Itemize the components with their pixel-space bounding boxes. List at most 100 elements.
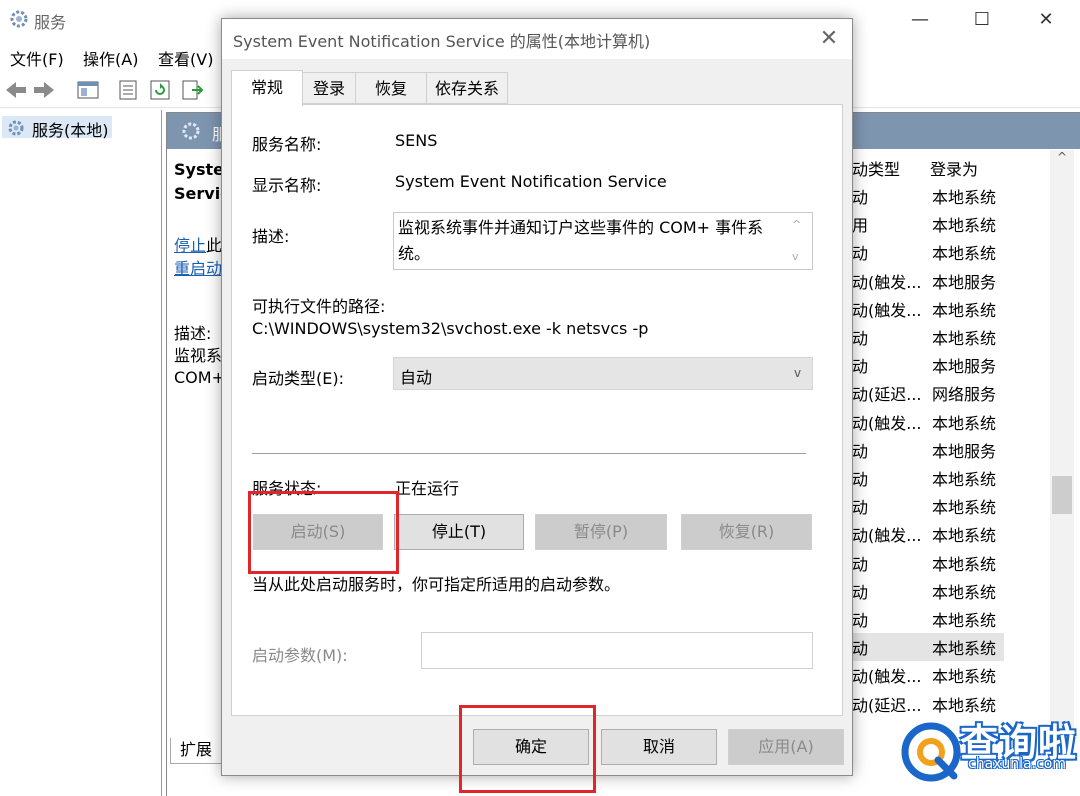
display-name-value: System Event Notification Service [395,172,667,191]
stop-link-suffix: 此 [206,236,223,255]
services-gear-icon [10,10,28,28]
service-logon-as: 本地系统 [932,244,997,264]
service-startup-type: 动(触发... [852,526,922,546]
tab-recovery[interactable]: 恢复 [355,72,427,104]
scrollbar-thumb[interactable] [1052,476,1072,514]
executable-path-label: 可执行文件的路径: [252,297,386,316]
service-logon-as: 本地系统 [932,526,997,546]
service-startup-type: 动 [852,357,869,377]
service-logon-as: 本地系统 [932,216,997,236]
apply-button[interactable]: 应用(A) [728,729,844,765]
chevron-down-icon: v [794,366,802,380]
service-logon-as: 本地系统 [932,554,997,574]
service-logon-as: 本地系统 [932,188,997,207]
service-startup-type: 动 [852,498,869,518]
watermark-url: chaxunla.com [968,756,1066,772]
stop-service-link[interactable]: 停止 [174,236,206,255]
tree-item-label: 服务(本地) [32,121,109,140]
service-logon-as: 本地系统 [932,329,997,348]
services-window-title: 服务 [34,13,67,32]
description-value: 监视系统事件并通知订户这些事件的 COM+ 事件系统。 [398,218,764,263]
service-logon-as: 本地服务 [932,272,997,292]
close-icon[interactable]: ✕ [814,24,844,54]
service-status-value: 正在运行 [395,479,460,498]
service-logon-as: 本地系统 [932,667,997,687]
stop-link-row: 停止此 [174,232,222,256]
service-logon-as: 网络服务 [932,385,997,405]
cancel-button[interactable]: 取消 [601,729,717,765]
chevron-down-icon[interactable]: v [792,250,799,263]
service-logon-as: 本地系统 [932,498,997,518]
service-startup-type: 动 [852,441,869,461]
services-gear-icon [182,122,200,140]
resume-button[interactable]: 恢复(R) [681,514,812,550]
service-startup-type: 动 [852,611,869,630]
tab-logon[interactable]: 登录 [302,72,356,104]
display-name-label: 显示名称: [252,176,322,195]
service-startup-type: 动 [852,244,869,264]
service-startup-type: 动 [852,470,869,489]
menu-file[interactable]: 文件(F) [10,46,64,70]
chevron-up-icon[interactable]: ^ [792,218,801,231]
service-startup-type: 用 [852,216,869,236]
dialog-title: System Event Notification Service 的属性(本地… [233,32,651,51]
startup-type-value: 自动 [400,368,433,387]
service-logon-as: 本地系统 [932,582,997,602]
highlight-start-button [248,491,399,574]
description-label: 描述: [174,324,212,343]
refresh-icon[interactable] [148,78,172,102]
separator [252,453,806,454]
service-startup-type: 动(触发... [852,413,922,433]
service-logon-as: 本地服务 [932,357,997,377]
export-list-icon[interactable] [180,78,204,102]
tab-panel-general [231,104,843,716]
highlight-ok-button [459,705,596,793]
start-params-input[interactable] [421,632,813,669]
executable-path-value: C:\WINDOWS\system32\svchost.exe -k netsv… [252,319,649,338]
tab-general[interactable]: 常规 [231,70,303,106]
properties-icon[interactable] [116,78,140,102]
forward-arrow-icon[interactable] [32,78,56,102]
service-startup-type: 动 [852,329,869,348]
maximize-button[interactable]: ☐ [962,6,1002,34]
service-name-label: 服务名称: [252,135,322,154]
service-logon-as: 本地系统 [932,413,997,433]
close-window-button[interactable]: ✕ [1026,6,1066,34]
start-params-hint: 当从此处启动服务时，你可指定所适用的启动参数。 [252,575,621,594]
service-startup-type: 动(触发... [852,300,922,320]
pause-button[interactable]: 暂停(P) [535,514,667,550]
column-header-logon-as[interactable]: 登录为 [930,156,978,180]
service-logon-as: 本地系统 [932,300,997,320]
stop-button[interactable]: 停止(T) [394,514,524,550]
description-label: 描述: [252,227,290,246]
console-tree [0,110,162,796]
tab-extended[interactable]: 扩展 [170,738,222,764]
service-startup-type: 动 [852,639,869,659]
start-params-label: 启动参数(M): [252,646,348,665]
menu-action[interactable]: 操作(A) [83,46,138,70]
service-startup-type: 动(触发... [852,667,922,687]
column-header-startup-type[interactable]: 动类型 [852,156,900,180]
service-startup-type: 动(延迟... [852,385,922,405]
service-logon-as: 本地系统 [932,639,997,659]
service-startup-type: 动 [852,582,869,602]
service-logon-as: 本地系统 [932,611,997,630]
service-startup-type: 动 [852,554,869,574]
tab-dependencies[interactable]: 依存关系 [426,72,508,104]
description-line: 监视系 [174,346,223,365]
minimize-button[interactable]: — [900,6,940,34]
service-startup-type: 动(触发... [852,272,922,292]
vertical-scrollbar[interactable] [1050,150,1074,736]
menu-view[interactable]: 查看(V) [158,46,213,70]
service-startup-type: 动 [852,188,869,207]
console-tree-icon[interactable] [76,78,100,102]
service-logon-as: 本地服务 [932,441,997,461]
back-arrow-icon[interactable] [4,78,28,102]
service-logon-as: 本地系统 [932,470,997,489]
startup-type-select[interactable] [393,357,813,390]
services-gear-icon [8,120,24,136]
startup-type-label: 启动类型(E): [252,369,344,388]
restart-service-link[interactable]: 重启动 [174,255,222,279]
description-line: COM+ [174,368,225,387]
scroll-up-icon[interactable]: ^ [1050,150,1074,170]
